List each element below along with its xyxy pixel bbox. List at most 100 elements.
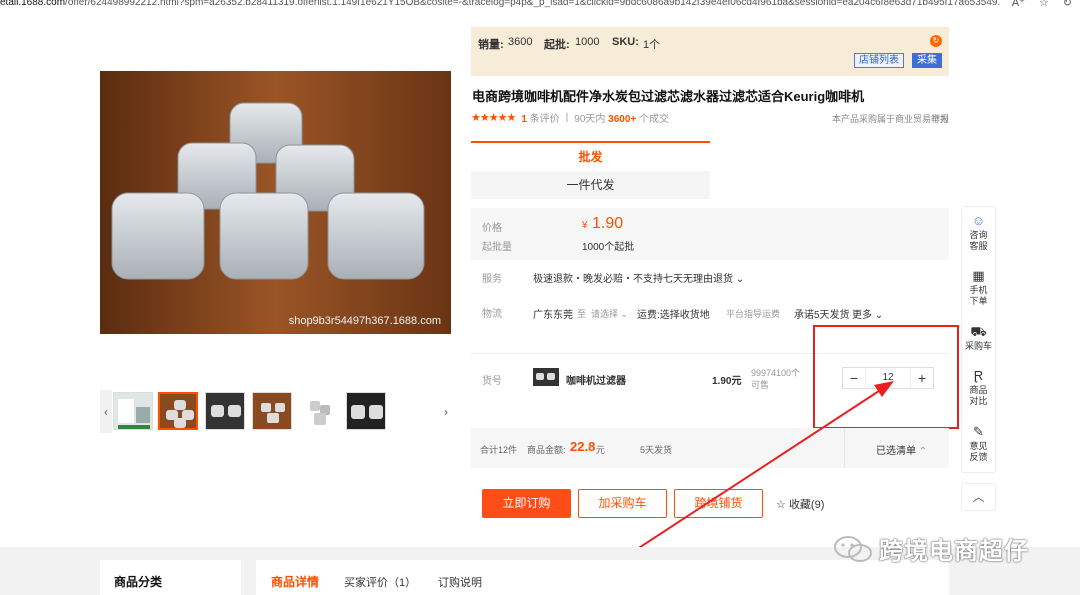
star-rating-icon: ★★★★★: [471, 112, 516, 124]
moq-value: 1000: [575, 36, 600, 48]
logistics-to: 至: [577, 309, 587, 319]
collect-button[interactable]: 采集: [912, 53, 942, 68]
logistics-more-text: 更多: [852, 310, 872, 321]
shipping-fee: 运费:选择收货地: [637, 310, 710, 321]
price-label: 价格: [482, 223, 502, 234]
thumbnail-5-image: [300, 393, 338, 429]
chevron-down-icon: ⌄: [735, 274, 745, 285]
thumbnail-strip: ‹ ›: [100, 390, 452, 433]
chevron-up-icon: ⌃: [918, 446, 928, 457]
amount-label: 商品金额:: [527, 445, 566, 455]
store-list-button[interactable]: 店铺列表: [854, 53, 904, 68]
thumbnail-3-image: [206, 393, 244, 429]
sku-label: 货号: [482, 376, 502, 387]
compare-line1: 商品: [969, 385, 988, 395]
currency-symbol: ¥: [582, 220, 588, 231]
chevron-down-icon: ⌄: [874, 310, 884, 321]
sku-value: 1个: [643, 39, 661, 51]
url-host: etail.1688.com: [0, 0, 66, 8]
sidebar-item-cart[interactable]: ⛟ 采购车: [962, 325, 995, 352]
thumbnail-4[interactable]: [252, 392, 292, 430]
compare-icon: Ɽ: [973, 368, 984, 383]
review-count: 1: [521, 114, 527, 125]
brand-watermark: 跨境电商超仔: [833, 531, 1029, 566]
total-count: 合计12件: [480, 445, 518, 455]
ninety-days-label: 90天内: [574, 114, 606, 125]
thumbnail-1-image: [114, 393, 152, 429]
tab-wholesale[interactable]: 批发: [471, 141, 710, 171]
ninety-days-sales: 90天内 3600+ 个成交: [574, 110, 669, 125]
report-link[interactable]: 举报: [931, 112, 949, 125]
moq-label: 起批量: [482, 242, 512, 253]
category-title: 商品分类: [114, 575, 163, 589]
destination-select-text: 请选择: [591, 309, 619, 319]
thumbnail-3[interactable]: [205, 392, 245, 430]
chevron-down-icon: ⌄: [620, 309, 629, 319]
buy-now-button[interactable]: 立即订购: [482, 489, 571, 518]
thumb-next-button[interactable]: ›: [440, 390, 452, 433]
price-box: 价格 ¥ 1.90 起批量 1000个起批: [471, 208, 949, 260]
browser-toolbar-icons: A⁺ ☆ ↻: [1012, 0, 1072, 9]
consult-line1: 咨询: [969, 230, 988, 240]
sidebar-item-consult[interactable]: ☺ 咨询 客服: [962, 214, 995, 252]
info-strip: 销量: 3600 起批: 1000 SKU: 1个 ↻ 店铺列表 采集: [471, 27, 949, 76]
thumbnail-6[interactable]: [346, 392, 386, 430]
platform-guide-fee[interactable]: 平台指导运费: [726, 307, 780, 320]
thumbnail-1[interactable]: [113, 392, 153, 430]
address-bar[interactable]: etail.1688.com/offer/624498992212.html?s…: [0, 0, 1080, 12]
mobile-line2: 下单: [969, 296, 988, 306]
sales-value: 3600: [508, 36, 533, 48]
chevron-right-icon: ›: [444, 404, 448, 419]
thumbnail-2-image: [160, 394, 196, 428]
filter-pods-illustration: [100, 71, 451, 334]
read-aloud-icon[interactable]: A⁺: [1012, 0, 1025, 9]
destination-select[interactable]: 请选择 ⌄: [591, 307, 628, 320]
sidebar-item-mobile-order[interactable]: ▦ 手机 下单: [962, 269, 995, 307]
plugin-logo-icon[interactable]: ↻: [930, 35, 942, 47]
feedback-line2: 反馈: [969, 452, 988, 462]
price-value: ¥ 1.90: [582, 215, 623, 233]
compare-line2: 对比: [969, 396, 988, 406]
consult-line2: 客服: [969, 241, 988, 251]
url-path: /offer/624498992212.html?spm=a26352.b284…: [65, 0, 1000, 8]
amount-unit: 元: [596, 445, 606, 455]
cart-icon: ⛟: [970, 324, 987, 339]
thumb-prev-button[interactable]: ‹: [100, 390, 112, 433]
main-product-image[interactable]: shop9b3r54497h367.1688.com: [100, 71, 451, 334]
tab-details[interactable]: 商品详情: [271, 573, 319, 590]
sidebar-item-compare[interactable]: Ɽ 商品 对比: [962, 369, 995, 407]
moq-label: 起批:: [544, 39, 570, 51]
category-card: 商品分类: [100, 560, 241, 595]
review-suffix: 条评价: [529, 114, 560, 125]
tab-order-info[interactable]: 订购说明: [438, 574, 482, 590]
side-toolbar: ☺ 咨询 客服 ▦ 手机 下单 ⛟ 采购车 Ɽ 商品 对比 ✎ 意见 反馈: [961, 206, 996, 473]
watermark-text: 跨境电商超仔: [879, 538, 1029, 565]
thumbnail-6-image: [347, 393, 385, 429]
chevron-up-icon: ︿: [972, 490, 985, 504]
sidebar-item-feedback[interactable]: ✎ 意见 反馈: [962, 425, 995, 463]
product-title: 电商跨境咖啡机配件净水炭包过滤芯滤水器过滤芯适合Keurig咖啡机: [472, 89, 865, 104]
url-text[interactable]: etail.1688.com/offer/624498992212.html?s…: [0, 0, 1000, 8]
wechat-icon: [834, 535, 872, 562]
tab-reviews[interactable]: 买家评价（1）: [344, 574, 416, 590]
refresh-icon[interactable]: ↻: [1063, 0, 1072, 9]
service-text: 极速退款・晚发必赔・不支持七天无理由退货: [533, 274, 733, 285]
sku-label: SKU:: [612, 36, 639, 48]
sales-label: 销量:: [478, 39, 504, 51]
favorites-icon[interactable]: ☆: [1039, 0, 1049, 9]
review-link[interactable]: 1 条评价: [521, 110, 559, 125]
service-label: 服务: [482, 274, 502, 285]
back-to-top-button[interactable]: ︿: [961, 483, 996, 511]
feedback-line1: 意见: [969, 441, 988, 451]
thumbnail-2[interactable]: [158, 392, 198, 430]
service-value[interactable]: 极速退款・晚发必赔・不支持七天无理由退货 ⌄: [533, 270, 744, 285]
divider: |: [565, 112, 569, 123]
logistics-more[interactable]: 更多 ⌄: [852, 306, 883, 321]
qr-code-icon: ▦: [972, 268, 985, 283]
logistics-origin: 广东东莞: [533, 310, 573, 321]
sku-thumbnail-image: [533, 368, 559, 386]
sku-name: 咖啡机过滤器: [566, 376, 626, 387]
tab-dropship[interactable]: 一件代发: [471, 171, 710, 199]
sku-thumbnail[interactable]: [533, 368, 559, 386]
thumbnail-5[interactable]: [299, 392, 339, 430]
